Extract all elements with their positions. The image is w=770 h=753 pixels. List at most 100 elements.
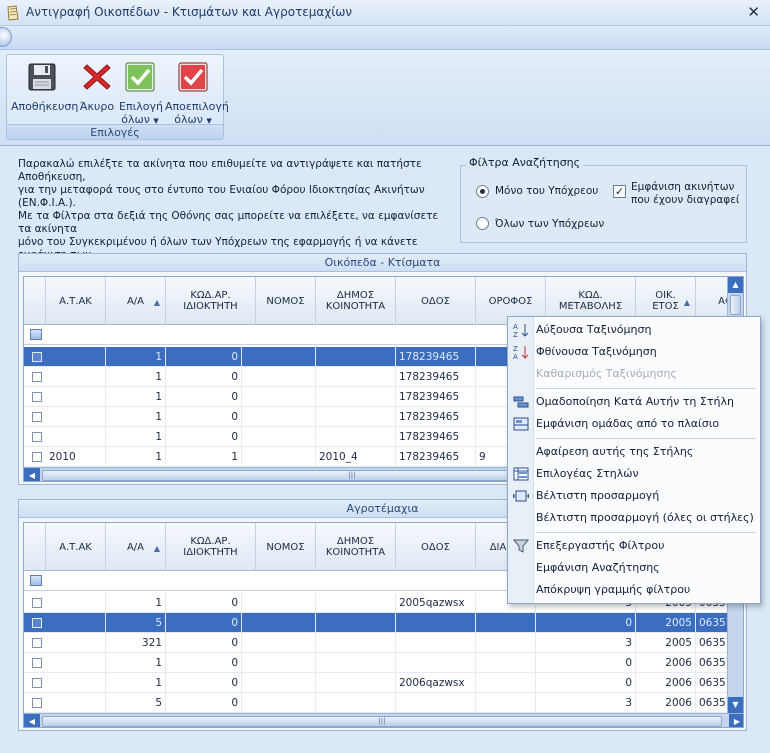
green-check-icon [125,62,155,92]
column-chooser-icon [513,467,529,481]
column-header[interactable]: ΝΟΜΟΣ [256,277,316,325]
best-fit-icon [513,490,529,502]
application-menu-button[interactable] [0,27,12,47]
table-cell [316,347,396,367]
menu-item-sort-ascending[interactable]: AZ Αύξουσα Ταξινόμηση [508,319,760,341]
group-by-icon [513,396,529,408]
table-cell [46,387,106,407]
save-button[interactable]: Αποθήκευση [11,61,78,113]
select-all-button[interactable]: Επιλογή όλων ▼ [119,61,163,128]
table-cell [256,613,316,633]
table-row[interactable]: 1 0 2006qazwsx 0 2006 06357 [24,673,743,693]
deselect-all-button[interactable]: Αποεπιλογή όλων ▼ [165,61,229,128]
red-x-icon [83,64,111,90]
row-checkbox[interactable] [32,412,42,422]
menu-item-label: Επεξεργαστής Φίλτρου [536,539,665,552]
menu-item-hide-filter-row[interactable]: Απόκρυψη γραμμής φίλτρου [508,579,760,601]
table-cell: 1 [106,367,166,387]
menu-item-clear-sorting: Καθαρισμός Ταξινόμησης [508,363,760,385]
menu-item-label: Φθίνουσα Ταξινόμηση [536,345,657,358]
scroll-left-icon[interactable]: ◀ [24,714,40,727]
column-header[interactable]: ΝΟΜΟΣ [256,523,316,571]
column-header[interactable]: Α/Α ▲ [106,277,166,325]
fields-horizontal-scrollbar[interactable]: ◀ ||| ▶ [24,713,743,727]
red-check-icon [178,62,208,92]
menu-item-filter-editor[interactable]: Επεξεργαστής Φίλτρου [508,535,760,557]
table-cell [316,367,396,387]
cancel-button[interactable]: Άκυρο [77,61,117,113]
table-cell [256,387,316,407]
show-deleted-checkbox[interactable]: ✓ [613,185,626,198]
menu-item-column-chooser[interactable]: Επιλογέας Στηλών [508,463,760,485]
floppy-disk-icon [28,63,56,91]
row-checkbox[interactable] [32,618,42,628]
menu-item-label: Ομαδοποίηση Κατά Αυτήν τη Στήλη [536,395,734,408]
column-header[interactable]: Α/Α ▲ [106,523,166,571]
scroll-thumb[interactable]: ||| [42,716,722,727]
column-header[interactable]: ΔΗΜΟΣ ΚΟΙΝΟΤΗΤΑ [316,523,396,571]
column-header[interactable]: ΟΔΟΣ [396,523,476,571]
all-obligated-radio[interactable] [476,217,489,230]
only-current-radio[interactable] [476,185,489,198]
column-header[interactable]: ΚΩΔ.ΑΡ. ΙΔΙΟΚΤΗΤΗ [166,523,256,571]
column-header[interactable]: ΚΩΔ.ΑΡ. ΙΔΙΟΚΤΗΤΗ [166,277,256,325]
menu-item-sort-descending[interactable]: ZA Φθίνουσα Ταξινόμηση [508,341,760,363]
table-cell: 0 [166,407,242,427]
table-cell: 321 [106,633,166,653]
table-row[interactable]: 1 0 0 2006 06357 [24,653,743,673]
table-cell [316,633,396,653]
table-cell [256,673,316,693]
table-cell: 06357 [696,693,730,713]
table-cell: 06357 [696,633,730,653]
table-cell: 2006 [636,673,696,693]
menu-item-best-fit[interactable]: Βέλτιστη προσαρμογή [508,485,760,507]
row-checkbox[interactable] [32,598,42,608]
menu-item-best-fit-all[interactable]: Βέλτιστη προσαρμογή (όλες οι στήλες) [508,507,760,529]
column-header[interactable]: Α.Τ.ΑΚ [46,523,106,571]
app-icon [7,5,19,21]
table-cell: 0 [166,653,242,673]
row-checkbox[interactable] [32,392,42,402]
menu-item-show-search[interactable]: Εμφάνιση Αναζήτησης [508,557,760,579]
table-cell: 06357 [696,673,730,693]
table-cell: 0 [166,347,242,367]
row-checkbox[interactable] [32,432,42,442]
table-cell: 0 [166,593,242,613]
table-row[interactable]: 5 0 3 2006 06357 [24,693,743,713]
table-cell [476,613,536,633]
ribbon-tab-strip [0,26,770,50]
table-row[interactable]: 321 0 3 2005 06357 [24,633,743,653]
row-checkbox[interactable] [32,658,42,668]
table-cell: 3 [536,693,636,713]
scroll-left-icon[interactable]: ◀ [24,468,40,481]
sort-arrow-icon: ▲ [683,298,690,307]
table-cell [46,653,106,673]
menu-item-group-by-column[interactable]: Ομαδοποίηση Κατά Αυτήν τη Στήλη [508,391,760,413]
row-checkbox[interactable] [32,452,42,462]
table-cell: 1 [106,387,166,407]
table-row[interactable]: 5 0 0 2005 06357 [24,613,743,633]
menu-item-label: Βέλτιστη προσαρμογή (όλες οι στήλες) [536,511,754,524]
table-cell: 178239465 [396,347,476,367]
row-checkbox[interactable] [32,352,42,362]
scroll-thumb[interactable] [730,295,741,315]
column-header[interactable]: Α.Τ.ΑΚ [46,277,106,325]
menu-item-remove-column[interactable]: Αφαίρεση αυτής της Στήλης [508,441,760,463]
row-checkbox[interactable] [32,372,42,382]
column-header[interactable]: ΔΗΜΟΣ ΚΟΙΝΟΤΗΤΑ [316,277,396,325]
plots-panel-title: Οικόπεδα - Κτίσματα [19,254,746,272]
close-icon[interactable]: ✕ [747,3,760,21]
menu-item-show-group-box[interactable]: Εμφάνιση ομάδας από το πλαίσιο [508,413,760,435]
menu-item-label: Αύξουσα Ταξινόμηση [536,323,652,336]
row-checkbox[interactable] [32,638,42,648]
table-cell [476,653,536,673]
scroll-up-icon[interactable]: ▲ [728,277,743,293]
table-cell [256,693,316,713]
scroll-right-icon[interactable]: ▶ [729,714,743,727]
row-checkbox[interactable] [32,698,42,708]
table-cell: 0 [166,673,242,693]
scroll-down-icon[interactable]: ▼ [728,697,743,713]
table-cell: 178239465 [396,407,476,427]
column-header[interactable]: ΟΔΟΣ [396,277,476,325]
row-checkbox[interactable] [32,678,42,688]
